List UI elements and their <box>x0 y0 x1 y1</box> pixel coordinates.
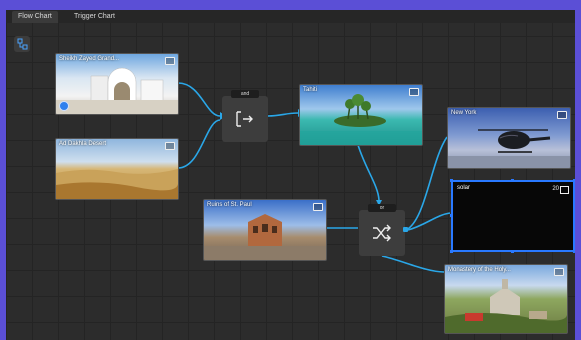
card-thumbnail <box>204 214 326 260</box>
resize-handle[interactable] <box>450 250 453 253</box>
merge-icon <box>236 111 253 127</box>
card-title: Ad Dakhla Desert <box>59 141 107 147</box>
card-thumbnail <box>448 129 570 168</box>
or-gate-node[interactable]: or <box>359 204 408 256</box>
media-card-solar[interactable]: solar 20 <box>450 179 575 253</box>
card-thumbnail <box>445 279 567 333</box>
card-title: Ruins of St. Paul <box>207 202 252 208</box>
media-card-desert[interactable]: Ad Dakhla Desert <box>55 138 179 200</box>
or-gate-label: or <box>368 204 396 212</box>
pano-icon <box>560 186 569 194</box>
card-title: Monastery of the Holy... <box>448 267 511 273</box>
resize-handle[interactable] <box>450 179 453 182</box>
pano-icon <box>313 203 323 211</box>
resize-handle[interactable] <box>573 179 575 182</box>
and-gate-label: and <box>231 90 259 98</box>
resize-handle[interactable] <box>450 214 453 217</box>
pano-icon <box>557 111 567 119</box>
pano-icon <box>554 268 564 276</box>
input-port[interactable] <box>403 227 408 232</box>
media-card-new-york[interactable]: New York <box>447 107 571 169</box>
flow-canvas[interactable]: Flow Chart Trigger Chart Sheikh Zayed Gr… <box>6 10 575 340</box>
media-card-tahiti[interactable]: Tahiti <box>299 84 423 146</box>
resize-handle[interactable] <box>573 214 575 217</box>
media-card-monastery[interactable]: Monastery of the Holy... <box>444 264 568 334</box>
card-title: solar <box>457 185 471 191</box>
card-title: New York <box>451 110 477 116</box>
card-title: Tahiti <box>303 87 318 93</box>
resize-handle[interactable] <box>573 250 575 253</box>
shuffle-icon <box>373 224 391 242</box>
globe-icon <box>59 101 69 111</box>
pano-icon <box>409 88 419 96</box>
pano-icon <box>165 57 175 65</box>
pano-icon <box>165 142 175 150</box>
card-title: Sheikh Zayed Grand... <box>59 56 120 62</box>
media-card-sheikh-zayed[interactable]: Sheikh Zayed Grand... <box>55 53 179 115</box>
media-card-ruins-st-paul[interactable]: Ruins of St. Paul <box>203 199 327 261</box>
resize-handle[interactable] <box>511 250 514 253</box>
and-gate-node[interactable]: and <box>222 90 268 142</box>
card-count: 20 <box>552 186 559 192</box>
card-thumbnail <box>56 169 178 199</box>
card-thumbnail <box>56 67 178 114</box>
resize-handle[interactable] <box>511 179 514 182</box>
card-thumbnail <box>300 94 422 145</box>
